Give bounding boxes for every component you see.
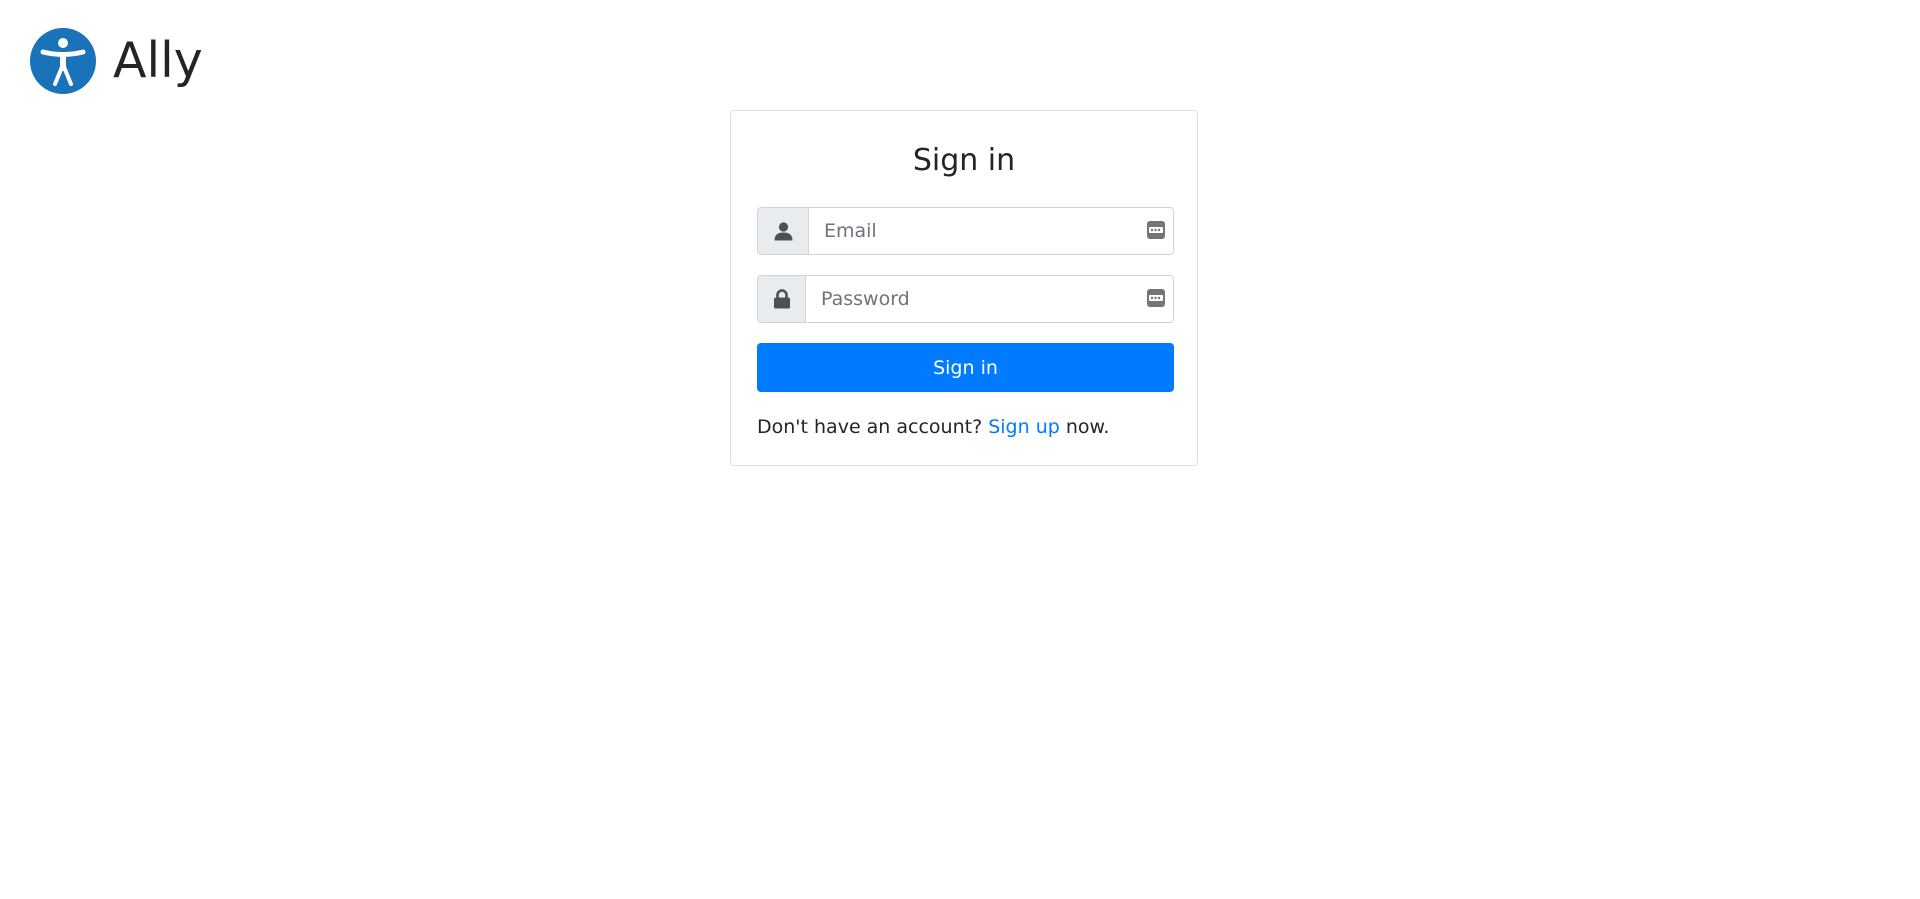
- signin-title: Sign in: [912, 143, 1016, 178]
- signup-prompt-text: Don't have an account?: [757, 416, 983, 438]
- signup-prompt: Don't have an account? Sign up now.: [757, 413, 1109, 441]
- lock-icon: [773, 289, 790, 309]
- password-addon: [758, 276, 806, 322]
- user-icon: [774, 221, 792, 240]
- signin-card: Sign in Email Sign in Don't have an acco…: [730, 110, 1198, 466]
- password-manager-icon[interactable]: [1147, 289, 1165, 307]
- brand[interactable]: Ally: [30, 28, 203, 94]
- password-input-group: [757, 275, 1174, 323]
- password-field[interactable]: [806, 276, 1173, 322]
- brand-name: Ally: [113, 32, 203, 89]
- accessibility-icon: [30, 28, 96, 94]
- email-field-wrapper: [809, 208, 1173, 254]
- password-field-wrapper: [806, 276, 1173, 322]
- email-field[interactable]: [809, 208, 1173, 254]
- email-input-group: [757, 207, 1174, 255]
- signup-link[interactable]: Sign up: [988, 416, 1060, 438]
- signin-button[interactable]: Sign in: [757, 343, 1174, 392]
- email-addon: [758, 208, 809, 254]
- signup-suffix-text: now.: [1065, 416, 1110, 438]
- password-manager-icon[interactable]: [1147, 221, 1165, 239]
